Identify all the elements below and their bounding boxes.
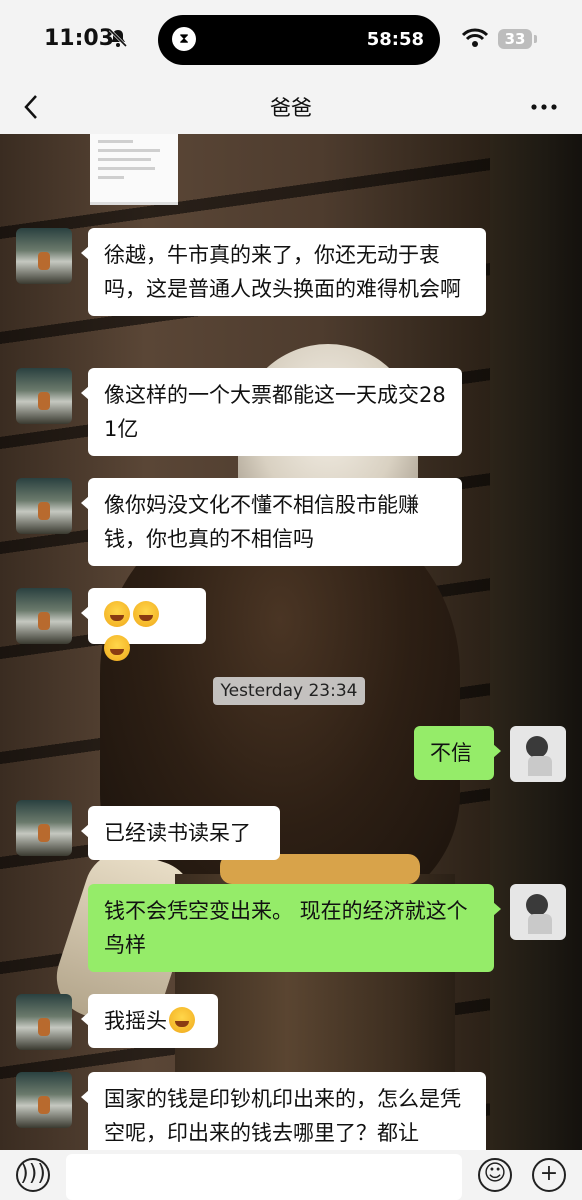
message-bubble[interactable]: 不信 [414,726,501,780]
avatar[interactable] [510,884,566,940]
message-bubble[interactable]: 我摇头 [81,994,218,1048]
emoji-icon[interactable]: ☺ [478,1158,512,1192]
avatar[interactable] [16,368,72,424]
shaking-head-emoji [169,1007,195,1033]
message-text: 我摇头 [104,1009,167,1033]
add-icon[interactable]: + [532,1158,566,1192]
chat-header: 爸爸 [0,80,582,134]
wallpaper-post [490,134,582,1150]
message-bubble[interactable]: 钱不会凭空变出来。 现在的经济就这个鸟样 [88,884,501,972]
chat-area[interactable]: 徐越，牛市真的来了，你还无动于衷吗，这是普通人改头换面的难得机会啊 像这样的一个… [0,134,582,1150]
hourglass-icon: ⧗ [172,27,196,51]
voice-input-icon[interactable]: ))) [16,1158,50,1192]
laughing-tears-emoji [133,601,159,627]
clock: 11:03 [44,26,115,51]
bell-slash-icon [108,28,128,48]
battery-icon: 33 [498,29,532,49]
message-input[interactable] [66,1154,462,1200]
chat-title: 爸爸 [270,96,312,120]
message-bubble[interactable]: 像你妈没文化不懂不相信股市能赚钱，你也真的不相信吗 [81,478,462,566]
avatar[interactable] [16,800,72,856]
more-options-icon[interactable] [530,102,558,112]
input-bar: ))) ☺ + [0,1150,582,1200]
timer-text: 58:58 [366,29,424,50]
message-bubble[interactable]: 徐越，牛市真的来了，你还无动于衷吗，这是普通人改头换面的难得机会啊 [81,228,486,316]
status-bar: 11:03 ⧗ 58:58 33 [0,0,582,80]
avatar[interactable] [510,726,566,782]
avatar[interactable] [16,478,72,534]
wifi-icon [462,28,488,47]
emoji-message[interactable] [81,588,206,661]
dynamic-island: ⧗ 58:58 [158,15,440,65]
avatar[interactable] [16,588,72,644]
timestamp: Yesterday 23:34 [213,677,365,705]
avatar[interactable] [16,1072,72,1128]
avatar[interactable] [16,228,72,284]
battery-tip [534,35,537,43]
laughing-tears-emoji [104,601,130,627]
avatar[interactable] [16,994,72,1050]
message-bubble[interactable]: 国家的钱是印钞机印出来的，怎么是凭空呢，印出来的钱去哪里了？都让 [81,1072,486,1150]
message-bubble[interactable]: 已经读书读呆了 [81,806,280,860]
message-bubble[interactable]: 像这样的一个大票都能这一天成交281亿 [81,368,462,456]
image-message-thumbnail[interactable] [90,134,178,205]
laughing-tears-emoji [104,635,130,661]
